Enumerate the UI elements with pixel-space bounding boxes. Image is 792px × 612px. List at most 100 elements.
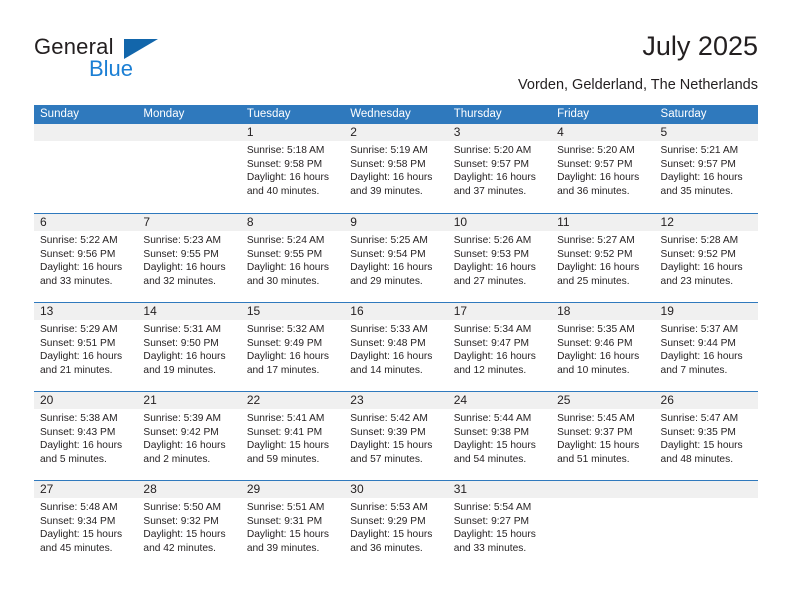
day-number: 18 [557,304,571,318]
daylight-text-line1: Daylight: 16 hours [40,351,123,363]
day-details: Sunrise: 5:33 AM Sunset: 9:48 PM Dayligh… [350,323,441,377]
calendar-day-cell[interactable]: 3 Sunrise: 5:20 AM Sunset: 9:57 PM Dayli… [448,124,551,213]
sunset-text: Sunset: 9:54 PM [350,248,426,260]
calendar-day-cell[interactable] [137,124,240,213]
calendar-day-cell[interactable]: 9 Sunrise: 5:25 AM Sunset: 9:54 PM Dayli… [344,214,447,302]
sunrise-text: Sunrise: 5:22 AM [40,235,118,246]
daylight-text-line2: and 36 minutes. [350,542,423,554]
calendar-day-cell[interactable]: 2 Sunrise: 5:19 AM Sunset: 9:58 PM Dayli… [344,124,447,213]
day-number: 23 [350,393,364,407]
calendar-day-cell[interactable]: 7 Sunrise: 5:23 AM Sunset: 9:55 PM Dayli… [137,214,240,302]
sunrise-text: Sunrise: 5:41 AM [246,413,325,424]
sunrise-text: Sunrise: 5:25 AM [350,235,428,246]
calendar-day-cell[interactable]: 22 Sunrise: 5:41 AM Sunset: 9:41 PM Dayl… [241,392,344,480]
calendar-day-cell[interactable]: 24 Sunrise: 5:44 AM Sunset: 9:38 PM Dayl… [448,392,551,480]
daylight-text-line2: and 42 minutes. [143,542,216,554]
calendar-day-cell[interactable]: 29 Sunrise: 5:51 AM Sunset: 9:31 PM Dayl… [241,481,344,569]
calendar-day-cell[interactable]: 21 Sunrise: 5:39 AM Sunset: 9:42 PM Dayl… [137,392,240,480]
calendar-day-cell[interactable]: 20 Sunrise: 5:38 AM Sunset: 9:43 PM Dayl… [34,392,137,480]
sunrise-text: Sunrise: 5:18 AM [246,145,325,156]
calendar-day-cell[interactable]: 27 Sunrise: 5:48 AM Sunset: 9:34 PM Dayl… [34,481,137,569]
daylight-text-line1: Daylight: 15 hours [350,440,433,452]
sunset-text: Sunset: 9:34 PM [40,515,116,527]
sunset-text: Sunset: 9:57 PM [557,158,633,170]
day-details: Sunrise: 5:35 AM Sunset: 9:46 PM Dayligh… [557,323,648,377]
day-number: 5 [660,125,668,139]
day-number: 17 [453,304,468,318]
daylight-text-line2: and 35 minutes. [660,185,734,197]
daylight-text-line2: and 29 minutes. [350,275,423,287]
sunrise-text: Sunrise: 5:48 AM [40,502,118,513]
calendar-day-cell[interactable]: 14 Sunrise: 5:31 AM Sunset: 9:50 PM Dayl… [137,303,240,391]
day-number [40,124,131,141]
day-details: Sunrise: 5:22 AM Sunset: 9:56 PM Dayligh… [40,234,131,288]
sunset-text: Sunset: 9:55 PM [143,248,219,260]
day-details: Sunrise: 5:39 AM Sunset: 9:42 PM Dayligh… [143,412,234,466]
calendar-day-cell[interactable]: 28 Sunrise: 5:50 AM Sunset: 9:32 PM Dayl… [137,481,240,569]
calendar-day-cell[interactable]: 17 Sunrise: 5:34 AM Sunset: 9:47 PM Dayl… [448,303,551,391]
day-number: 19 [660,304,674,318]
daylight-text-line1: Daylight: 15 hours [660,440,743,452]
day-number [143,124,234,141]
calendar-day-cell[interactable] [551,481,654,569]
day-details: Sunrise: 5:20 AM Sunset: 9:57 PM Dayligh… [454,144,545,198]
daylight-text-line2: and 45 minutes. [40,542,113,554]
sunrise-text: Sunrise: 5:29 AM [40,324,118,335]
sunset-text: Sunset: 9:52 PM [660,248,736,260]
sunrise-text: Sunrise: 5:21 AM [660,145,739,156]
calendar-day-cell[interactable]: 1 Sunrise: 5:18 AM Sunset: 9:58 PM Dayli… [241,124,344,213]
sunset-text: Sunset: 9:58 PM [350,158,426,170]
sunset-text: Sunset: 9:47 PM [453,337,530,349]
sunrise-text: Sunrise: 5:42 AM [350,413,428,424]
daylight-text-line1: Daylight: 15 hours [246,440,329,452]
day-details: Sunrise: 5:19 AM Sunset: 9:58 PM Dayligh… [350,144,441,198]
daylight-text-line2: and 40 minutes. [246,185,320,197]
sunrise-text: Sunrise: 5:51 AM [246,502,325,513]
calendar-day-cell[interactable]: 25 Sunrise: 5:45 AM Sunset: 9:37 PM Dayl… [551,392,654,480]
daylight-text-line1: Daylight: 15 hours [350,529,433,541]
calendar-day-cell[interactable]: 6 Sunrise: 5:22 AM Sunset: 9:56 PM Dayli… [34,214,137,302]
calendar-day-cell[interactable]: 23 Sunrise: 5:42 AM Sunset: 9:39 PM Dayl… [344,392,447,480]
daylight-text-line1: Daylight: 16 hours [350,262,433,274]
calendar-day-cell[interactable]: 10 Sunrise: 5:26 AM Sunset: 9:53 PM Dayl… [448,214,551,302]
calendar-day-cell[interactable]: 12 Sunrise: 5:28 AM Sunset: 9:52 PM Dayl… [655,214,758,302]
daylight-text-line2: and 54 minutes. [453,453,527,465]
day-details: Sunrise: 5:47 AM Sunset: 9:35 PM Dayligh… [661,412,752,466]
sunset-text: Sunset: 9:49 PM [246,337,323,349]
daylight-text-line1: Daylight: 16 hours [246,351,329,363]
calendar-day-cell[interactable]: 4 Sunrise: 5:20 AM Sunset: 9:57 PM Dayli… [551,124,654,213]
day-number: 7 [143,215,151,229]
day-number: 14 [143,304,157,318]
calendar-day-cell[interactable]: 31 Sunrise: 5:54 AM Sunset: 9:27 PM Dayl… [448,481,551,569]
calendar-day-cell[interactable]: 5 Sunrise: 5:21 AM Sunset: 9:57 PM Dayli… [655,124,758,213]
day-details: Sunrise: 5:25 AM Sunset: 9:54 PM Dayligh… [350,234,441,288]
day-details: Sunrise: 5:20 AM Sunset: 9:57 PM Dayligh… [557,144,648,198]
day-details: Sunrise: 5:32 AM Sunset: 9:49 PM Dayligh… [247,323,338,377]
calendar-day-cell[interactable] [34,124,137,213]
calendar-day-cell[interactable]: 16 Sunrise: 5:33 AM Sunset: 9:48 PM Dayl… [344,303,447,391]
day-details: Sunrise: 5:51 AM Sunset: 9:31 PM Dayligh… [247,501,338,555]
calendar-day-cell[interactable]: 18 Sunrise: 5:35 AM Sunset: 9:46 PM Dayl… [551,303,654,391]
calendar-day-cell[interactable]: 26 Sunrise: 5:47 AM Sunset: 9:35 PM Dayl… [655,392,758,480]
calendar-day-cell[interactable]: 30 Sunrise: 5:53 AM Sunset: 9:29 PM Dayl… [344,481,447,569]
calendar-day-cell[interactable] [655,481,758,569]
weekday-header-friday: Friday [557,108,590,120]
day-number: 22 [246,393,261,407]
daylight-text-line2: and 5 minutes. [40,453,107,465]
calendar-day-cell[interactable]: 11 Sunrise: 5:27 AM Sunset: 9:52 PM Dayl… [551,214,654,302]
daylight-text-line2: and 12 minutes. [453,364,527,376]
calendar-day-cell[interactable]: 15 Sunrise: 5:32 AM Sunset: 9:49 PM Dayl… [241,303,344,391]
sunset-text: Sunset: 9:35 PM [660,426,736,438]
day-number: 31 [453,482,468,496]
calendar-day-cell[interactable]: 13 Sunrise: 5:29 AM Sunset: 9:51 PM Dayl… [34,303,137,391]
day-number: 26 [660,393,674,407]
general-blue-logo[interactable]: General Blue [34,34,214,82]
daylight-text-line1: Daylight: 15 hours [246,529,329,541]
day-number: 28 [143,482,157,496]
calendar-day-cell[interactable]: 8 Sunrise: 5:24 AM Sunset: 9:55 PM Dayli… [241,214,344,302]
sunset-text: Sunset: 9:27 PM [453,515,530,527]
sunrise-text: Sunrise: 5:47 AM [660,413,739,424]
calendar-day-cell[interactable]: 19 Sunrise: 5:37 AM Sunset: 9:44 PM Dayl… [655,303,758,391]
day-details: Sunrise: 5:53 AM Sunset: 9:29 PM Dayligh… [350,501,441,555]
sunrise-text: Sunrise: 5:38 AM [40,413,118,424]
